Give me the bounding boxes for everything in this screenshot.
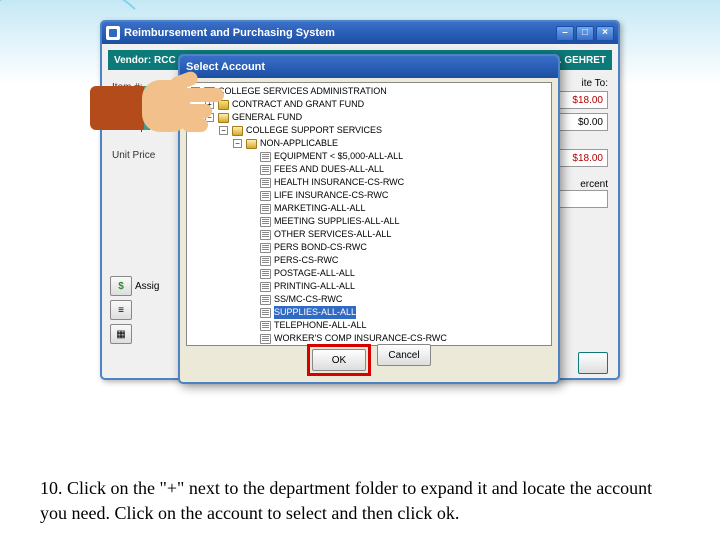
tree-label: COLLEGE SUPPORT SERVICES xyxy=(246,124,382,137)
document-icon xyxy=(260,269,271,279)
tree-node-root[interactable]: −COLLEGE SERVICES ADMINISTRATION xyxy=(189,85,549,98)
tree-label: PRINTING-ALL-ALL xyxy=(274,280,355,293)
minimize-button[interactable]: – xyxy=(556,26,574,41)
tree-node-college-support[interactable]: − COLLEGE SUPPORT SERVICES xyxy=(189,124,549,137)
document-icon xyxy=(260,334,271,344)
tree-label: EQUIPMENT < $5,000-ALL-ALL xyxy=(274,150,403,163)
ok-highlight-box: OK xyxy=(307,344,371,376)
tree-leaf-selected[interactable]: ·SUPPLIES-ALL-ALL xyxy=(189,306,549,319)
dialog-titlebar: Select Account xyxy=(180,56,558,78)
main-window-title: Reimbursement and Purchasing System xyxy=(124,27,335,39)
tree-label: HEALTH INSURANCE-CS-RWC xyxy=(274,176,404,189)
document-icon xyxy=(260,165,271,175)
tree-label: SUPPLIES-ALL-ALL xyxy=(274,306,356,319)
tree-label: MARKETING-ALL-ALL xyxy=(274,202,366,215)
tree-label: CONTRACT AND GRANT FUND xyxy=(232,98,364,111)
tree-label: TELEPHONE-ALL-ALL xyxy=(274,319,367,332)
tree-leaf[interactable]: ·OTHER SERVICES-ALL-ALL xyxy=(189,228,549,241)
tree-label: POSTAGE-ALL-ALL xyxy=(274,267,355,280)
tool-grid-icon[interactable]: ▦ xyxy=(110,324,132,344)
document-icon xyxy=(260,321,271,331)
instruction-caption: 10. Click on the "+" next to the departm… xyxy=(40,476,680,525)
document-icon xyxy=(260,243,271,253)
tree-leaf[interactable]: ·EQUIPMENT < $5,000-ALL-ALL xyxy=(189,150,549,163)
label-assign: Assig xyxy=(135,281,159,292)
document-icon xyxy=(260,217,271,227)
ok-button[interactable]: OK xyxy=(312,349,366,371)
tree-leaf[interactable]: ·POSTAGE-ALL-ALL xyxy=(189,267,549,280)
document-icon xyxy=(260,295,271,305)
tree-label: MEETING SUPPLIES-ALL-ALL xyxy=(274,215,400,228)
maximize-button[interactable]: □ xyxy=(576,26,594,41)
select-account-dialog: Select Account −COLLEGE SERVICES ADMINIS… xyxy=(178,54,560,384)
tree-label: PERS-CS-RWC xyxy=(274,254,338,267)
tree-label: SS/MC-CS-RWC xyxy=(274,293,342,306)
tree-node-contract-grant[interactable]: +CONTRACT AND GRANT FUND xyxy=(189,98,549,111)
tree-label: OTHER SERVICES-ALL-ALL xyxy=(274,228,391,241)
tree-node-general-fund[interactable]: −GENERAL FUND xyxy=(189,111,549,124)
tree-leaf[interactable]: ·PERS-CS-RWC xyxy=(189,254,549,267)
document-icon xyxy=(260,152,271,162)
expand-toggle-icon[interactable]: − xyxy=(233,139,242,148)
tree-label: FEES AND DUES-ALL-ALL xyxy=(274,163,384,176)
tree-label: NON-APPLICABLE xyxy=(260,137,338,150)
tree-leaf[interactable]: ·FEES AND DUES-ALL-ALL xyxy=(189,163,549,176)
tree-leaf[interactable]: ·MEETING SUPPLIES-ALL-ALL xyxy=(189,215,549,228)
close-button[interactable]: × xyxy=(596,26,614,41)
tree-label: COLLEGE SERVICES ADMINISTRATION xyxy=(218,85,387,98)
folder-open-icon xyxy=(232,126,243,136)
cancel-button[interactable]: Cancel xyxy=(377,344,431,366)
document-icon xyxy=(260,230,271,240)
document-icon xyxy=(260,191,271,201)
tree-leaf[interactable]: ·LIFE INSURANCE-CS-RWC xyxy=(189,189,549,202)
folder-open-icon xyxy=(246,139,257,149)
document-icon xyxy=(260,256,271,266)
tool-money-icon[interactable]: $ xyxy=(110,276,132,296)
document-icon xyxy=(260,178,271,188)
tree-leaf[interactable]: ·TELEPHONE-ALL-ALL xyxy=(189,319,549,332)
document-icon xyxy=(260,204,271,214)
tree-leaf[interactable]: ·MARKETING-ALL-ALL xyxy=(189,202,549,215)
document-icon xyxy=(260,308,271,318)
tree-node-non-applicable[interactable]: − NON-APPLICABLE xyxy=(189,137,549,150)
app-icon xyxy=(106,26,120,40)
tree-label: PERS BOND-CS-RWC xyxy=(274,241,367,254)
bg-secondary-button[interactable] xyxy=(578,352,608,374)
tree-leaf[interactable]: ·PRINTING-ALL-ALL xyxy=(189,280,549,293)
tool-list-icon[interactable]: ≡ xyxy=(110,300,132,320)
dialog-button-row: OK Cancel xyxy=(180,344,558,376)
tree-label: GENERAL FUND xyxy=(232,111,302,124)
account-tree[interactable]: −COLLEGE SERVICES ADMINISTRATION +CONTRA… xyxy=(186,82,552,346)
expand-toggle-icon[interactable]: − xyxy=(219,126,228,135)
pointing-hand-illustration xyxy=(90,58,220,158)
tree-leaf[interactable]: ·HEALTH INSURANCE-CS-RWC xyxy=(189,176,549,189)
tree-leaf[interactable]: ·SS/MC-CS-RWC xyxy=(189,293,549,306)
tree-label: LIFE INSURANCE-CS-RWC xyxy=(274,189,388,202)
tree-leaf[interactable]: ·PERS BOND-CS-RWC xyxy=(189,241,549,254)
main-titlebar: Reimbursement and Purchasing System – □ … xyxy=(102,22,618,44)
document-icon xyxy=(260,282,271,292)
